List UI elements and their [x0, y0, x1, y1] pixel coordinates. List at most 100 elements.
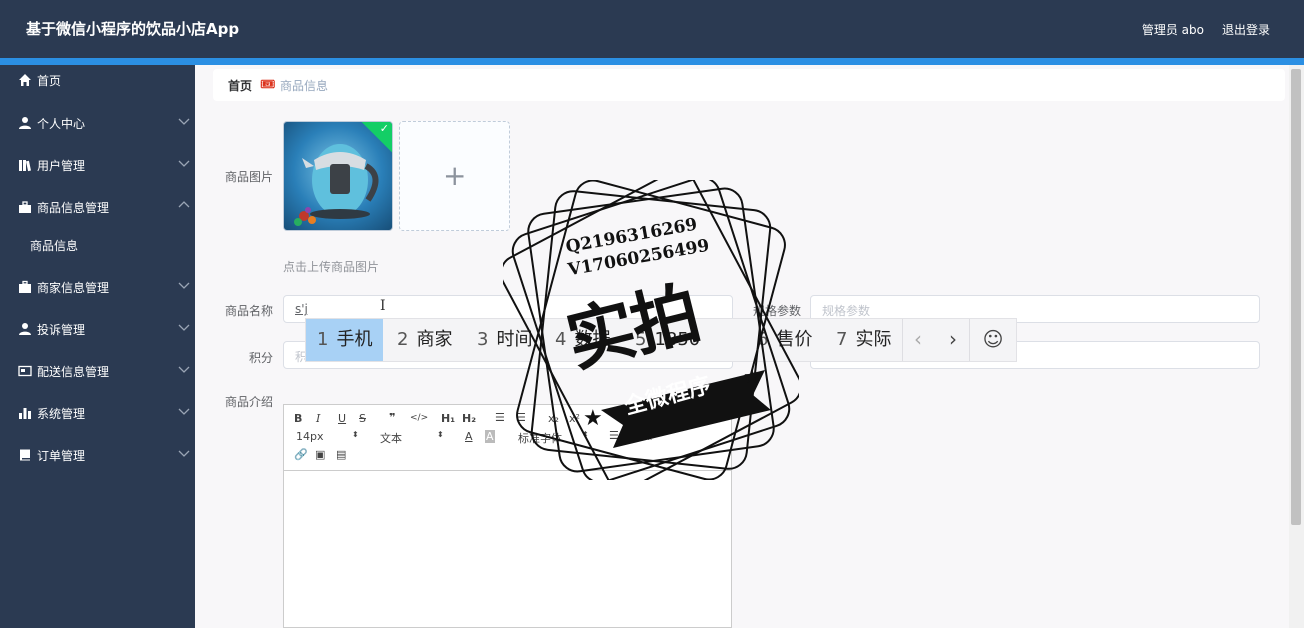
card-icon [18, 365, 32, 377]
sidebar-item-label: 首页 [37, 74, 62, 88]
chevron-down-icon [178, 324, 190, 331]
code-button[interactable]: </> [410, 413, 428, 423]
sidebar-item-complaint-management[interactable]: 投诉管理 [0, 314, 195, 344]
current-user-label: 管理员 abo [1141, 23, 1204, 37]
sidebar-item-home[interactable]: 首页 [0, 65, 195, 95]
sidebar-item-product-management[interactable]: 商品信息管理 [0, 192, 195, 222]
select-arrows-icon: ⬍ [437, 430, 444, 439]
font-color-icon[interactable]: A [465, 430, 473, 443]
rich-text-editor[interactable]: B I U S ❞ </> H₁ H₂ ☰ ☰ x₂ x² 14px ⬍ 文本 … [283, 404, 732, 628]
sidebar-item-system-management[interactable]: 系统管理 [0, 398, 195, 428]
sidebar-item-user-management[interactable]: 用户管理 [0, 150, 195, 180]
spec-placeholder: 规格参数 [822, 304, 871, 318]
editor-toolbar: B I U S ❞ </> H₁ H₂ ☰ ☰ x₂ x² 14px ⬍ 文本 … [284, 405, 731, 471]
chevron-down-icon [178, 366, 190, 373]
sidebar-item-label: 系统管理 [37, 407, 86, 421]
ime-candidate[interactable]: 5 1850 [624, 319, 711, 361]
plus-icon: + [443, 159, 467, 192]
subscript-button[interactable]: x₂ [548, 412, 559, 425]
sidebar-item-personal-center[interactable]: 个人中心 [0, 108, 195, 138]
strike-button[interactable]: S [359, 412, 366, 425]
font-family-select[interactable]: 标准字体 [518, 430, 562, 446]
ime-candidate[interactable]: 2 商家 [386, 319, 463, 361]
bold-button[interactable]: B [294, 412, 302, 425]
superscript-button[interactable]: x² [569, 412, 580, 425]
breadcrumb-current: 商品信息 [280, 79, 329, 93]
product-image-label: 商品图片 [224, 170, 273, 184]
breadcrumb-separator-icon: 🎟 [260, 77, 276, 91]
image-icon[interactable]: ▣ [315, 448, 325, 461]
sidebar-item-label: 订单管理 [37, 449, 86, 463]
h2-button[interactable]: H₂ [462, 412, 476, 425]
select-arrows-icon: ⬍ [352, 430, 359, 439]
ime-candidate[interactable]: 3 时间 [466, 319, 543, 361]
quote-button[interactable]: ❞ [389, 411, 395, 424]
chevron-down-icon [178, 450, 190, 457]
ordered-list-icon[interactable]: ☰ [495, 411, 505, 424]
clean-format-button[interactable]: Tₓ [641, 430, 653, 443]
check-icon: ✓ [379, 122, 389, 135]
breadcrumb: 首页 🎟 商品信息 [213, 69, 1285, 101]
logout-link[interactable]: 退出登录 [1222, 21, 1270, 38]
paragraph-select[interactable]: 文本 [380, 430, 402, 446]
ime-emoji-icon[interactable]: ☺ [978, 319, 1008, 361]
sidebar: 首页 个人中心 用户管理 商品信息管理 商品信息 商家信息管理 投诉管理 配送信… [0, 65, 195, 628]
spec-label: 规格参数 [752, 304, 801, 318]
ime-candidate[interactable]: 7 实际 [825, 319, 902, 361]
ime-candidate[interactable]: 4 数据 [544, 319, 621, 361]
kettle-image [294, 144, 379, 226]
bag-icon [19, 201, 31, 213]
product-name-value: s'j [295, 302, 308, 316]
scrollbar-thumb[interactable] [1291, 69, 1301, 525]
product-name-label: 商品名称 [224, 304, 273, 318]
sidebar-subitem-product-info[interactable]: 商品信息 [30, 232, 190, 258]
top-header: 基于微信小程序的饮品小店App 管理员 abo 退出登录 [0, 0, 1304, 58]
breadcrumb-home[interactable]: 首页 [228, 77, 252, 94]
underline-button[interactable]: U [338, 412, 346, 425]
text-cursor-icon: I [380, 298, 386, 314]
chevron-up-icon [178, 201, 190, 208]
user-icon [19, 323, 31, 335]
image-upload-button[interactable]: + [399, 121, 510, 231]
product-intro-label: 商品介绍 [224, 395, 273, 409]
book-icon [20, 449, 30, 461]
h1-button[interactable]: H₁ [441, 412, 455, 425]
product-image-thumbnail[interactable]: ✓ [283, 121, 393, 231]
app-title: 基于微信小程序的饮品小店App [26, 20, 240, 38]
upload-tip: 点击上传商品图片 [283, 260, 380, 274]
library-icon [19, 160, 31, 172]
ime-divider [969, 319, 970, 361]
ime-prev-icon[interactable]: ‹ [903, 319, 933, 361]
sidebar-item-merchant-management[interactable]: 商家信息管理 [0, 272, 195, 302]
chevron-down-icon [178, 118, 190, 125]
chevron-down-icon [178, 408, 190, 415]
sidebar-item-label: 配送信息管理 [37, 365, 110, 379]
sidebar-item-delivery-management[interactable]: 配送信息管理 [0, 356, 195, 386]
background-color-icon[interactable]: A [485, 430, 495, 443]
sidebar-item-label: 商品信息管理 [37, 201, 110, 215]
link-icon[interactable]: 🔗 [294, 448, 308, 461]
sidebar-subitem-label: 商品信息 [30, 239, 79, 253]
sidebar-item-order-management[interactable]: 订单管理 [0, 440, 195, 470]
ime-candidate[interactable]: 6 售价 [746, 319, 823, 361]
sidebar-item-label: 商家信息管理 [37, 281, 110, 295]
points-label: 积分 [248, 351, 273, 365]
bar-chart-icon [19, 408, 31, 419]
header-accent-stripe [0, 58, 1304, 65]
bullet-list-icon[interactable]: ☰ [516, 411, 526, 424]
home-icon [19, 74, 31, 86]
chevron-down-icon [178, 282, 190, 289]
sidebar-item-label: 个人中心 [37, 117, 86, 131]
align-icon[interactable]: ☰ [609, 429, 619, 442]
video-icon[interactable]: ▤ [336, 448, 346, 461]
user-icon [19, 117, 31, 129]
ime-candidate[interactable]: 1 手机 [306, 319, 384, 361]
sidebar-item-label: 用户管理 [37, 159, 86, 173]
sidebar-item-label: 投诉管理 [37, 323, 86, 337]
ime-next-icon[interactable]: › [938, 319, 968, 361]
ime-candidate-bar: 1 手机 2 商家 3 时间 4 数据 5 1850 6 售价 7 实际 ‹ › ☺ [305, 318, 1017, 362]
chevron-down-icon [178, 160, 190, 167]
italic-button[interactable]: I [316, 412, 320, 425]
font-size-select[interactable]: 14px [296, 430, 324, 443]
page-scrollbar[interactable] [1289, 65, 1304, 628]
